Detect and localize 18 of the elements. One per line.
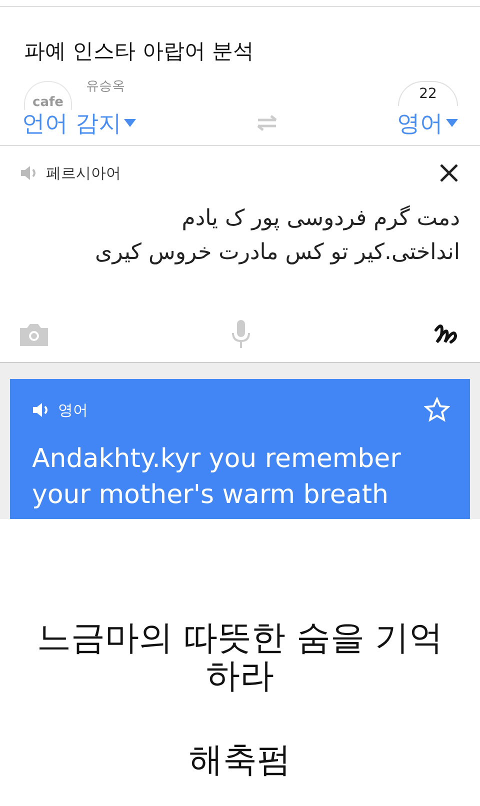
target-language-label: 영어 (58, 400, 88, 420)
source-credit: 해축펌 (188, 739, 292, 782)
source-language-selector[interactable]: 언어 감지 (22, 108, 136, 138)
source-text-line: دمت گرم فردوسی پور ک یادم (180, 204, 460, 233)
target-language-selector[interactable]: 영어 (397, 108, 458, 138)
caret-icon[interactable] (124, 119, 136, 127)
handwriting-icon[interactable] (434, 322, 460, 346)
source-language-label: 페르시아어 (46, 164, 121, 182)
post-title: 파예 인스타 아랍어 분석 (24, 38, 256, 65)
comment-count: 22 (398, 81, 458, 106)
caret-icon[interactable] (446, 119, 458, 127)
cafe-avatar: cafe (24, 81, 72, 110)
source-text-line: انداختی.کیر تو کس مادرت خروس کیری (94, 239, 460, 267)
author-name: 유승옥 (86, 78, 125, 95)
star-icon[interactable] (424, 397, 450, 423)
caption-text: 느금마의 따뜻한 숨을 기억하라 (36, 619, 444, 695)
translation-text: Andakhty.kyr you remember your mother's warm breath (32, 443, 402, 512)
close-icon[interactable] (438, 162, 460, 184)
